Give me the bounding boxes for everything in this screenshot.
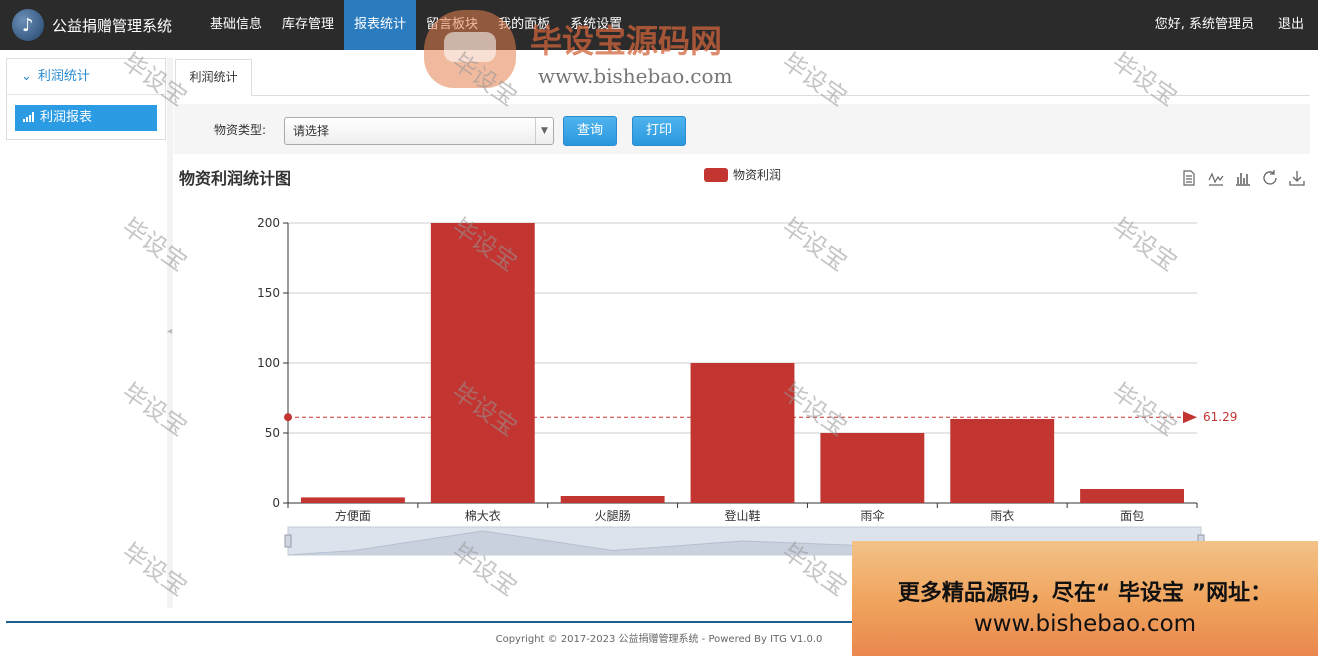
promo-banner[interactable]: 更多精品源码，尽在“ 毕设宝 ”网址： www.bishebao.com [852,541,1318,656]
query-panel: 物资类型: 请选择 ▼ 查询 打印 [174,104,1310,154]
bar-4[interactable] [820,433,925,503]
x-tick-label: 火腿肠 [595,509,631,523]
profit-bar-chart: 0 50 100 150 200 方便面 棉大衣 火腿肠 登山鞋 雨伞 雨衣 面包 61.29 [257,216,1237,556]
sidebar-section-label: 利润统计 [37,69,90,84]
bar-5[interactable] [950,419,1055,503]
chart-toolbox [1180,169,1306,187]
x-tick-label: 方便面 [335,508,371,523]
x-tick-label: 雨衣 [990,508,1014,523]
nav-item-inventory[interactable]: 库存管理 [272,0,344,50]
tab-profit-stats[interactable]: 利润统计 [175,59,252,97]
y-tick-label: 0 [272,496,280,510]
datazoom-handle-left[interactable] [284,534,292,548]
nav-item-my-panel[interactable]: 我的面板 [488,0,560,50]
dropdown-arrow-icon: ▼ [535,118,553,144]
y-tick-label: 150 [257,286,280,300]
material-type-select[interactable]: 请选择 ▼ [284,117,554,145]
main-nav: 基础信息 库存管理 报表统计 留言板块 我的面板 系统设置 [200,0,632,50]
logout-link[interactable]: 退出 [1278,0,1304,50]
legend-swatch [704,168,728,182]
chevron-down-icon: ⌄ [21,69,32,84]
x-tick-label: 棉大衣 [465,508,501,523]
sidebar-item-profit-report[interactable]: 利润报表 [15,105,157,131]
promo-url: www.bishebao.com [973,611,1197,637]
x-tick-label: 雨伞 [860,508,884,523]
bar-2[interactable] [560,496,665,503]
collapse-arrow-icon[interactable]: ◂ [167,326,173,340]
y-tick-label: 50 [265,426,280,440]
watermark-text: 毕设宝 [117,212,193,277]
nav-item-messages[interactable]: 留言板块 [416,0,488,50]
user-greeting[interactable]: 您好, 系统管理员 [1155,0,1254,50]
x-tick-label: 登山鞋 [724,508,760,523]
nav-item-basic-info[interactable]: 基础信息 [200,0,272,50]
material-type-label: 物资类型: [214,123,267,137]
bar-6[interactable] [1080,489,1185,503]
search-button[interactable]: 查询 [563,116,617,146]
mark-line-arrow [1183,411,1197,424]
app-logo-icon: ♪ [12,9,44,41]
sidebar: ⌄ 利润统计 利润报表 [6,58,166,140]
tab-bar: 利润统计 [174,58,1310,97]
promo-line1: 更多精品源码，尽在“ 毕设宝 ”网址： [897,581,1273,606]
x-tick-label: 面包 [1120,509,1144,523]
app-title: 公益捐赠管理系统 [52,17,173,35]
legend-label: 物资利润 [733,168,782,182]
bar-0[interactable] [300,497,405,503]
sidebar-item-label: 利润报表 [40,110,93,125]
material-type-select-value: 请选择 [293,124,330,138]
bar-3[interactable] [690,363,795,503]
sidebar-section-header[interactable]: ⌄ 利润统计 [7,59,165,95]
line-chart-icon[interactable] [1207,169,1225,187]
bar-chart-icon[interactable] [1234,169,1252,187]
watermark-text: 毕设宝 [117,537,193,602]
chart-legend[interactable]: 物资利润 [704,166,781,183]
signal-bars-icon [23,112,35,122]
nav-item-reports[interactable]: 报表统计 [344,0,417,50]
y-tick-label: 200 [257,216,280,230]
download-icon[interactable] [1288,169,1306,187]
chart-title: 物资利润统计图 [179,169,292,188]
mark-line-label: 61.29 [1203,410,1237,424]
print-button[interactable]: 打印 [632,116,686,146]
refresh-icon[interactable] [1261,169,1279,187]
mark-line-start-dot [284,413,292,422]
nav-item-settings[interactable]: 系统设置 [560,0,632,50]
data-view-icon[interactable] [1180,169,1198,187]
bar-1[interactable] [430,223,535,503]
top-navbar: ♪ 公益捐赠管理系统 基础信息 库存管理 报表统计 留言板块 我的面板 系统设置… [0,0,1318,50]
y-tick-label: 100 [257,356,280,370]
watermark-text: 毕设宝 [117,377,193,442]
